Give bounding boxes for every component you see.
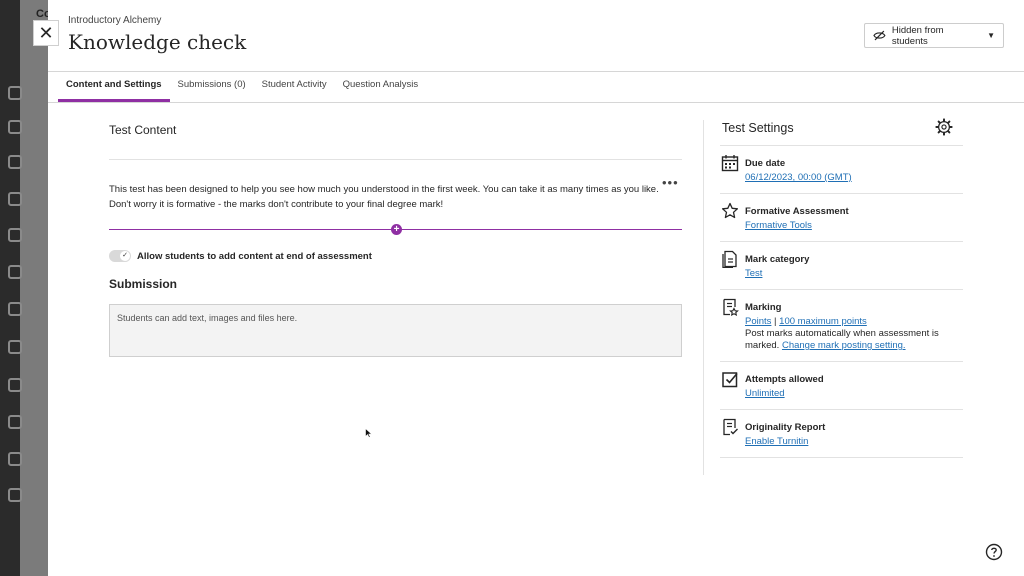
test-description[interactable]: This test has been designed to help you … [109,182,659,212]
background-nav-icon [8,192,22,206]
content-divider [109,159,682,160]
visibility-dropdown[interactable]: Hidden from students ▼ [864,23,1004,48]
tabs-divider [48,102,1024,103]
background-nav-icon [8,302,22,316]
background-nav-strip [20,0,48,576]
formative-assessment-label: Formative Assessment [745,206,849,217]
enable-turnitin-link[interactable]: Enable Turnitin [745,436,808,447]
submission-title: Submission [109,277,178,291]
background-nav-icon [8,265,22,279]
settings-title: Test Settings [722,121,794,135]
panel-header: Introductory Alchemy Knowledge check Hid… [48,0,1024,72]
originality-report-setting: Originality Report Enable Turnitin [720,410,963,458]
eye-off-icon [873,30,886,41]
mark-category-setting: Mark category Test [720,242,963,290]
calendar-icon [721,155,739,172]
marking-label: Marking [745,302,782,313]
maximum-points-link[interactable]: 100 maximum points [779,316,867,327]
points-link[interactable]: Points [745,316,771,327]
background-nav-icon [8,378,22,392]
gear-icon[interactable] [935,118,953,136]
marking-setting: Marking Points | 100 maximum points Post… [720,290,963,362]
originality-report-label: Originality Report [745,422,826,433]
background-nav-icon [8,155,22,169]
mouse-cursor-icon [365,428,373,438]
formative-assessment-setting: Formative Assessment Formative Tools [720,194,963,242]
background-nav-icon [8,86,22,100]
change-mark-posting-link[interactable]: Change mark posting setting. [782,340,906,351]
background-nav-icon [8,452,22,466]
page-title: Knowledge check [68,30,247,54]
submission-field[interactable]: Students can add text, images and files … [109,304,682,357]
document-icon [722,250,737,268]
visibility-label: Hidden from students [891,24,944,47]
background-nav-icon [8,228,22,242]
attempts-label: Attempts allowed [745,374,824,385]
chevron-down-icon: ▼ [987,31,995,40]
attempts-setting: Attempts allowed Unlimited [720,362,963,410]
test-panel: Introductory Alchemy Knowledge check Hid… [48,0,1024,576]
submission-placeholder: Students can add text, images and files … [117,313,298,323]
close-button[interactable]: ✕ [33,20,59,46]
background-app: Co [0,0,48,576]
more-options-icon[interactable]: ••• [662,175,679,190]
marking-icon [723,298,739,316]
close-icon: ✕ [38,22,54,43]
marking-details: Points | 100 maximum points Post marks a… [745,316,960,352]
tab-bar: Content and Settings Submissions (0) Stu… [58,72,426,102]
tab-submissions[interactable]: Submissions (0) [170,72,254,102]
tab-student-activity[interactable]: Student Activity [254,72,335,102]
report-check-icon [723,418,738,436]
add-content-button[interactable]: + [391,224,402,235]
background-nav-icon [8,340,22,354]
tab-question-analysis[interactable]: Question Analysis [335,72,427,102]
background-text: Co [36,8,48,20]
allow-content-label: Allow students to add content at end of … [137,251,372,262]
section-title: Test Content [109,123,177,137]
tab-content-and-settings[interactable]: Content and Settings [58,72,170,102]
mark-category-label: Mark category [745,254,810,265]
due-date-link[interactable]: 06/12/2023, 00:00 (GMT) [745,172,852,183]
allow-content-toggle[interactable]: ✓ [109,250,131,262]
due-date-label: Due date [745,158,786,169]
column-divider [703,120,704,475]
attempts-link[interactable]: Unlimited [745,388,785,399]
background-nav-icon [8,415,22,429]
formative-tools-link[interactable]: Formative Tools [745,220,812,231]
background-nav-icon [8,120,22,134]
help-icon[interactable] [985,543,1003,561]
checkbox-icon [722,372,738,388]
due-date-setting: Due date 06/12/2023, 00:00 (GMT) [720,146,963,194]
check-icon: ✓ [120,251,130,261]
star-icon [721,202,739,219]
course-name: Introductory Alchemy [68,15,162,26]
mark-category-link[interactable]: Test [745,268,762,279]
marking-separator: | [774,316,777,327]
background-nav-icon [8,488,22,502]
